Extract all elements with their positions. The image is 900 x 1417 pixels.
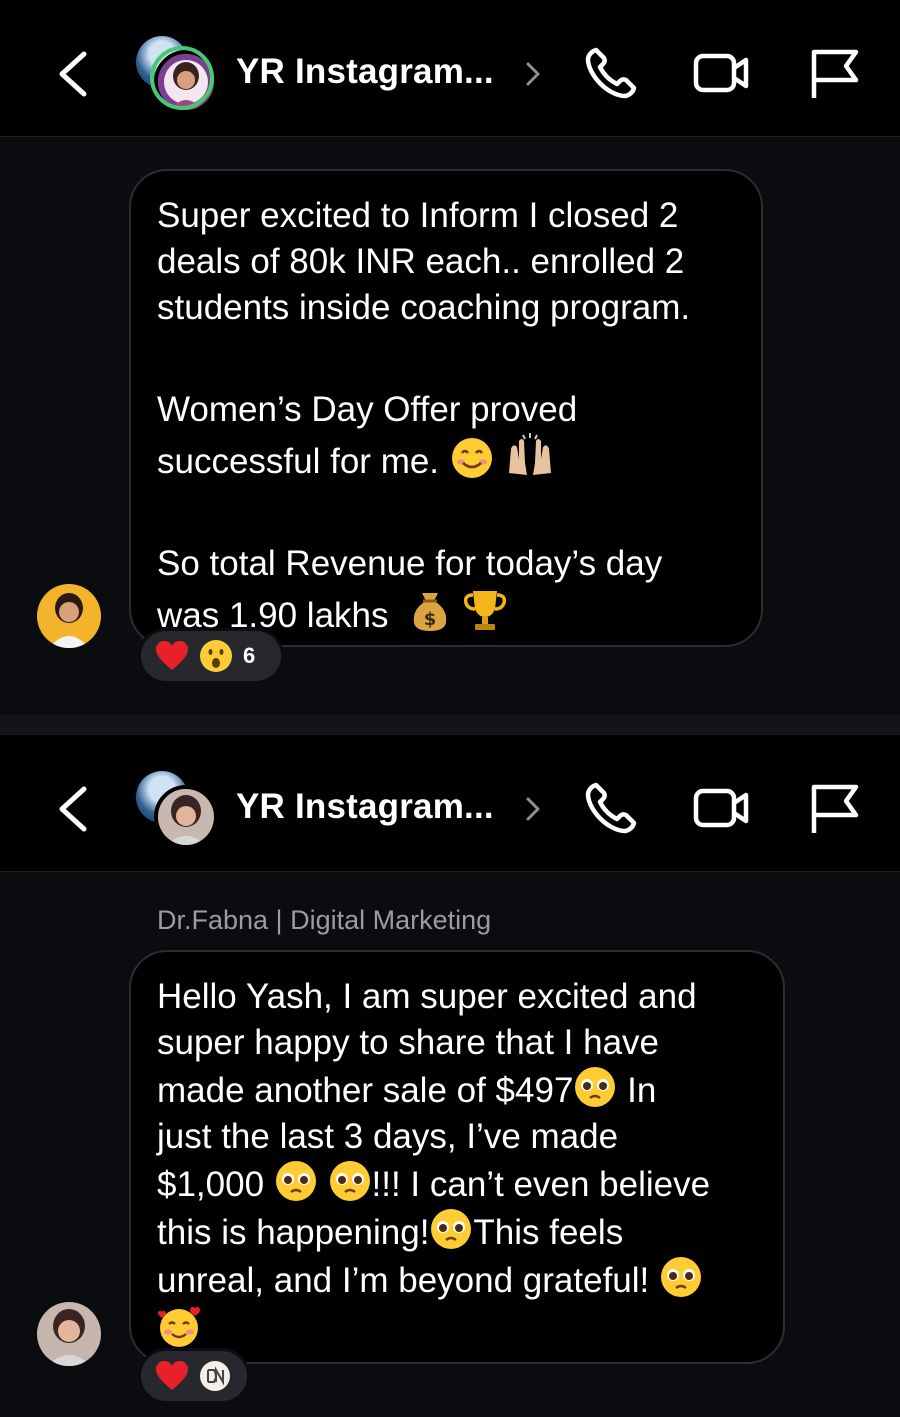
video-camera-icon[interactable] xyxy=(692,779,750,837)
message-line-with-emoji: successful for me. xyxy=(157,433,735,485)
message-line-with-emoji: unreal, and I’m beyond grateful! xyxy=(157,1256,757,1304)
pleading-face-emoji xyxy=(661,1257,701,1297)
message-line: In xyxy=(627,1071,657,1110)
chat-screenshot-2: YR Instagram... Dr.Fabna | Digital Marke… xyxy=(0,735,900,1417)
raising-hands-emoji xyxy=(508,433,551,475)
red-heart-emoji xyxy=(156,1361,188,1390)
reactor-avatar-icon xyxy=(200,1361,230,1391)
message-line: unreal, and I’m beyond grateful! xyxy=(157,1261,650,1300)
message-line: students inside coaching program. xyxy=(157,288,691,327)
message-line-with-emoji: this is happening! This feels xyxy=(157,1208,757,1256)
chevron-right-icon[interactable] xyxy=(522,60,544,88)
smiling-face-with-hearts-emoji xyxy=(158,1306,200,1347)
message-line: just the last 3 days, I’ve made xyxy=(157,1117,619,1156)
chat-header: YR Instagram... xyxy=(0,735,900,872)
sender-name: Dr.Fabna | Digital Marketing xyxy=(157,905,492,935)
message-line-with-emoji: $1,000 !!! I can’t even believe xyxy=(157,1160,757,1208)
screenshot-divider xyxy=(0,715,900,735)
message-line: So total Revenue for today’s day xyxy=(157,544,663,583)
message-line: This feels xyxy=(473,1213,624,1252)
video-camera-icon[interactable] xyxy=(692,44,750,102)
message-line: super happy to share that I have xyxy=(157,1023,659,1062)
flag-icon[interactable] xyxy=(806,779,864,837)
pleading-face-emoji xyxy=(575,1067,616,1107)
avatar-front xyxy=(154,785,218,849)
message-line-with-emoji: made another sale of $497 In xyxy=(157,1066,757,1114)
message-line: $1,000 xyxy=(157,1165,265,1204)
reactions-pill[interactable] xyxy=(138,1348,250,1404)
svg-text:$: $ xyxy=(424,609,437,630)
group-avatar[interactable] xyxy=(136,36,218,116)
red-heart-emoji xyxy=(156,641,188,670)
chat-title[interactable]: YR Instagram... xyxy=(236,787,494,827)
sender-avatar[interactable] xyxy=(37,584,101,648)
surprised-face-emoji xyxy=(200,640,232,672)
smiling-face-emoji xyxy=(451,438,492,478)
money-bag-emoji: $ xyxy=(414,593,447,631)
message-line: successful for me. xyxy=(157,442,440,481)
group-avatar[interactable] xyxy=(136,771,218,851)
phone-icon[interactable] xyxy=(582,44,640,102)
chat-screenshot-1: YR Instagram... Super excited to Inform … xyxy=(0,0,900,715)
message-bubble[interactable]: Hello Yash, I am super excited and super… xyxy=(129,950,785,1364)
reaction-count: 6 xyxy=(243,643,256,668)
pleading-face-emoji xyxy=(431,1209,472,1249)
story-ring xyxy=(150,46,214,110)
flag-icon[interactable] xyxy=(806,44,864,102)
reactions-pill[interactable]: 6 xyxy=(138,628,284,684)
pleading-face-emoji xyxy=(275,1161,316,1201)
message-line: made another sale of $497 xyxy=(157,1071,574,1110)
chevron-right-icon[interactable] xyxy=(522,795,544,823)
chat-area: Dr.Fabna | Digital Marketing Hello Yash,… xyxy=(0,872,900,1417)
message-bubble[interactable]: Super excited to Inform I closed 2 deals… xyxy=(129,169,763,647)
message-line: deals of 80k INR each.. enrolled 2 xyxy=(157,242,685,281)
message-line: Hello Yash, I am super excited and xyxy=(157,977,697,1016)
message-line: Women’s Day Offer proved xyxy=(157,390,578,429)
chat-title[interactable]: YR Instagram... xyxy=(236,52,494,92)
sender-avatar[interactable] xyxy=(37,1302,101,1366)
phone-icon[interactable] xyxy=(582,779,640,837)
trophy-emoji xyxy=(463,591,507,630)
pleading-face-emoji xyxy=(329,1161,370,1201)
message-line: this is happening! xyxy=(157,1213,430,1252)
chevron-left-icon[interactable] xyxy=(50,783,98,835)
chat-header: YR Instagram... xyxy=(0,0,900,137)
chevron-left-icon[interactable] xyxy=(50,48,98,100)
message-line: !!! I can’t even believe xyxy=(371,1165,711,1204)
message-line: Super excited to Inform I closed 2 xyxy=(157,196,679,235)
chat-area: Super excited to Inform I closed 2 deals… xyxy=(0,137,900,715)
message-line-with-emoji xyxy=(157,1304,757,1354)
